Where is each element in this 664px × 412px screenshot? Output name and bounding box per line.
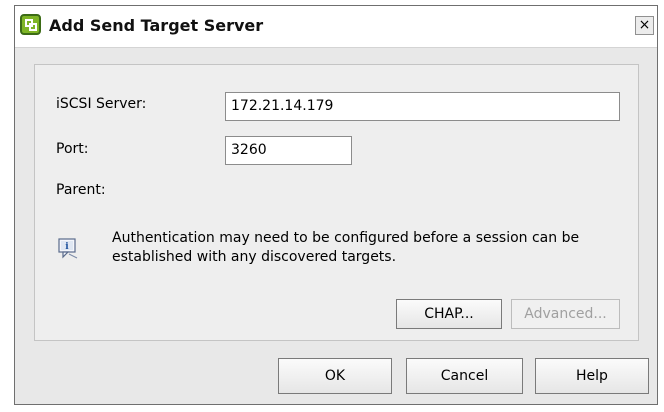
dialog-window: Add Send Target Server × iSCSI Server: 1… (14, 5, 658, 405)
app-icon-square-front (29, 23, 37, 31)
iscsi-server-label: iSCSI Server: (56, 96, 147, 112)
help-button[interactable]: Help (535, 358, 649, 394)
ok-button[interactable]: OK (278, 358, 392, 394)
dialog-title: Add Send Target Server (49, 16, 264, 35)
target-settings-group: iSCSI Server: 172.21.14.179 Port: 3260 P… (34, 64, 639, 341)
chap-button[interactable]: CHAP... (396, 299, 502, 329)
cancel-button[interactable]: Cancel (406, 358, 523, 394)
authentication-note: Authentication may need to be configured… (112, 230, 580, 265)
port-input[interactable]: 3260 (225, 136, 352, 165)
info-icon: i (58, 238, 78, 259)
port-label: Port: (56, 141, 89, 157)
vsphere-app-icon (20, 14, 41, 35)
iscsi-server-input[interactable]: 172.21.14.179 (225, 92, 620, 121)
close-icon: × (638, 17, 651, 33)
close-button[interactable]: × (635, 16, 654, 35)
parent-label: Parent: (56, 182, 106, 198)
advanced-button[interactable]: Advanced... (511, 299, 620, 329)
title-bar[interactable]: Add Send Target Server × (15, 6, 657, 48)
svg-text:i: i (65, 242, 69, 252)
